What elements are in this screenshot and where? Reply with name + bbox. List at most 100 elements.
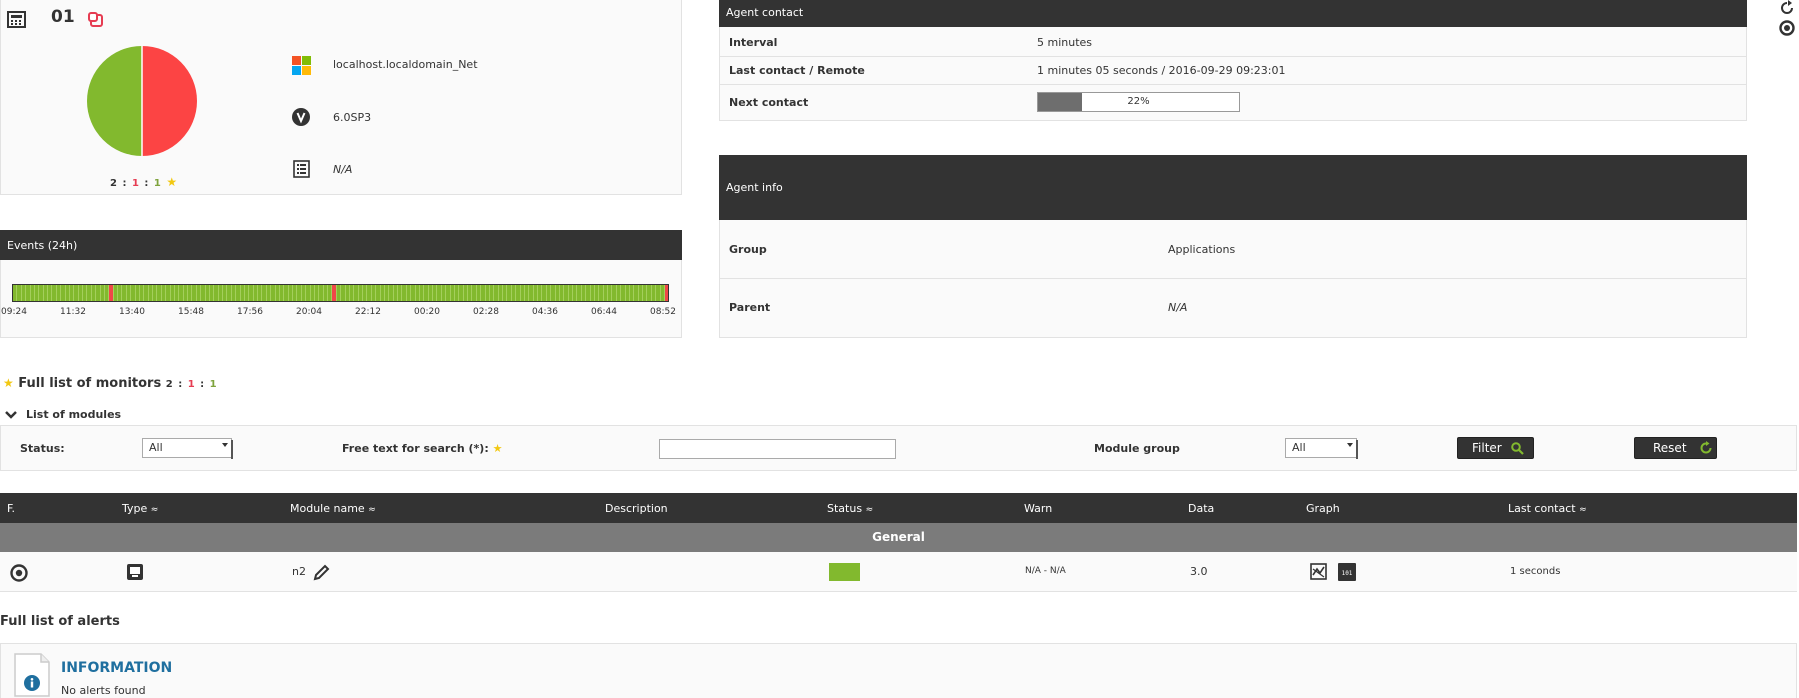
list-of-modules-toggle[interactable]: List of modules — [5, 408, 121, 421]
windows-os-icon — [292, 56, 311, 75]
module-group-row: General — [0, 523, 1797, 552]
col-graph: Graph — [1306, 502, 1340, 515]
event-tick-label: 11:32 — [60, 307, 86, 317]
parent-label: Parent — [729, 301, 771, 314]
pie-monitor-counts: 2 : 1 : 1 ★ — [110, 175, 179, 189]
module-group-select-value: All — [1292, 441, 1306, 454]
star-icon: ★ — [166, 175, 179, 189]
alerts-info-box: INFORMATION No alerts found — [0, 643, 1797, 698]
module-data: 3.0 — [1190, 565, 1208, 578]
last-contact-label: Last contact / Remote — [729, 64, 865, 77]
status-circle-icon[interactable] — [1779, 20, 1795, 36]
list-of-modules-label: List of modules — [26, 408, 122, 421]
interval-value: 5 minutes — [1037, 36, 1093, 49]
col-type[interactable]: Type ≈ — [122, 502, 158, 515]
agent-os-name: localhost.localdomain_Net — [333, 58, 478, 71]
table-row: n2 N/A - N/A 3.0 101 1 seconds — [0, 552, 1797, 592]
col-f: F. — [7, 502, 16, 515]
monitors-counts: 2 : 1 : 1 — [165, 379, 218, 390]
search-input[interactable] — [659, 439, 896, 459]
events-panel-header: Events (24h) — [0, 230, 682, 260]
col-last-contact[interactable]: Last contact ≈ — [1508, 502, 1587, 515]
module-status-swatch — [829, 563, 860, 581]
col-description: Description — [605, 502, 668, 515]
col-data: Data — [1188, 502, 1215, 515]
agent-calc-icon — [7, 11, 26, 28]
star-icon: ★ — [3, 376, 14, 390]
pie-slice-normal — [87, 46, 142, 156]
reset-icon — [1700, 441, 1712, 454]
event-tick-label: 00:20 — [414, 307, 440, 317]
next-contact-label: Next contact — [729, 96, 809, 109]
event-segment[interactable] — [664, 285, 669, 301]
pie-slice-critical — [142, 46, 197, 156]
col-warn: Warn — [1024, 502, 1053, 515]
divider — [719, 56, 1747, 57]
group-label: Group — [729, 243, 767, 256]
event-tick-label: 17:56 — [237, 307, 263, 317]
progress-text: 22% — [1127, 96, 1150, 107]
col-module-name[interactable]: Module name ≈ — [290, 502, 376, 515]
sort-icon[interactable]: ≈ — [1579, 505, 1587, 515]
search-filter-label: Free text for search (*): ★ — [342, 442, 503, 455]
graph-icon[interactable] — [1310, 563, 1327, 580]
filter-button-label: Filter — [1472, 441, 1502, 455]
group-value: Applications — [1168, 243, 1236, 256]
sort-icon[interactable]: ≈ — [866, 505, 874, 515]
interval-label: Interval — [729, 36, 778, 49]
status-filter-label: Status: — [20, 442, 65, 455]
filter-button[interactable]: Filter — [1457, 437, 1534, 459]
module-last-contact: 1 seconds — [1510, 566, 1561, 577]
monitors-title: Full list of monitors — [18, 376, 162, 391]
col-status[interactable]: Status ≈ — [827, 502, 873, 515]
module-name[interactable]: n2 — [292, 565, 306, 578]
divider — [719, 278, 1747, 279]
module-status-icon[interactable] — [10, 564, 28, 582]
agent-name: 01 — [51, 7, 75, 27]
event-tick-label: 02:28 — [473, 307, 499, 317]
critical-status-icon — [88, 12, 103, 27]
info-icon — [14, 653, 50, 697]
module-type-icon — [127, 564, 143, 580]
agent-contact-header: Agent contact — [719, 0, 1747, 27]
divider — [719, 84, 1747, 85]
module-group-select[interactable]: All — [1285, 438, 1358, 459]
module-filter-bar: Status: All Free text for search (*): ★ … — [0, 425, 1797, 471]
agent-info-header: Agent info — [719, 155, 1747, 220]
event-tick-label: 22:12 — [355, 307, 381, 317]
event-tick-label: 06:44 — [591, 307, 617, 317]
agent-info-title: Agent info — [726, 181, 783, 194]
reset-button-label: Reset — [1653, 441, 1687, 455]
sort-icon[interactable]: ≈ — [368, 505, 376, 515]
count-normal: 2 — [110, 178, 118, 189]
edit-icon[interactable] — [313, 563, 331, 581]
event-tick-label: 04:36 — [532, 307, 558, 317]
dropdown-arrow-icon — [1347, 443, 1353, 447]
chevron-down-icon — [5, 410, 17, 419]
search-icon — [1510, 441, 1524, 455]
count-warning: 1 — [153, 178, 162, 189]
raw-data-icon[interactable]: 101 — [1338, 563, 1356, 581]
sort-icon[interactable]: ≈ — [151, 505, 159, 515]
status-select-value: All — [149, 441, 163, 454]
agent-version: 6.0SP3 — [333, 111, 372, 124]
refresh-icon[interactable] — [1779, 0, 1795, 16]
status-select[interactable]: All — [142, 438, 233, 459]
description-icon — [293, 160, 310, 178]
monitors-heading: ★ Full list of monitors 2 : 1 : 1 — [3, 376, 218, 391]
event-tick-label: 09:24 — [1, 307, 27, 317]
agent-contact-title: Agent contact — [726, 6, 804, 19]
count-critical: 1 — [131, 178, 140, 189]
star-icon: ★ — [492, 442, 503, 455]
info-text: No alerts found — [61, 684, 146, 697]
reset-button[interactable]: Reset — [1634, 437, 1717, 459]
last-contact-value: 1 minutes 05 seconds / 2016-09-29 09:23:… — [1037, 64, 1286, 77]
svg-text:101: 101 — [1342, 570, 1353, 577]
info-title: INFORMATION — [61, 660, 173, 676]
modules-table-header: F. Type ≈ Module name ≈ Description Stat… — [0, 493, 1797, 523]
events-title: Events (24h) — [7, 238, 78, 252]
alerts-title: Full list of alerts — [0, 614, 120, 629]
event-tick-label: 13:40 — [119, 307, 145, 317]
version-icon — [292, 108, 310, 126]
events-timeline-bar[interactable] — [12, 284, 669, 302]
